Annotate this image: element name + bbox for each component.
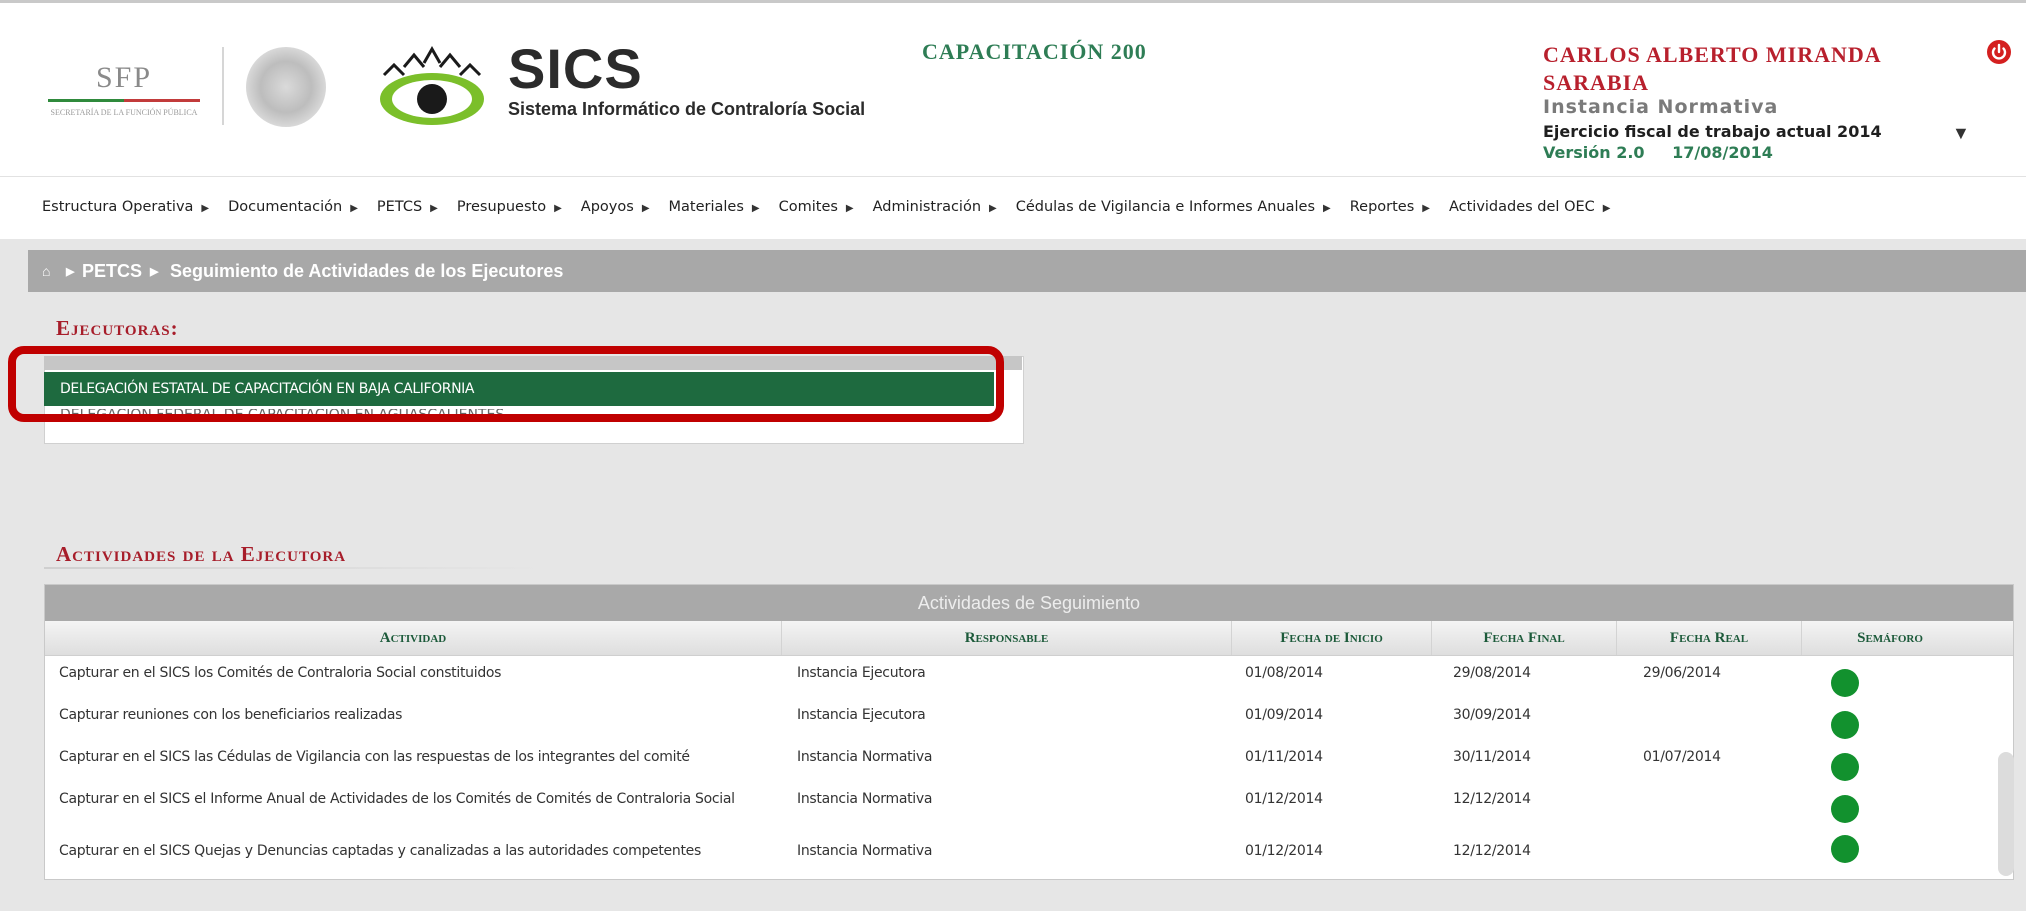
menu-item-cedulas[interactable]: Cédulas de Vigilancia e Informes Anuales… [1016, 199, 1331, 215]
column-header-actividad[interactable]: Actividad [45, 621, 782, 655]
breadcrumb-separator-icon: ▶ [150, 266, 159, 278]
menu-arrow-icon: ▶ [201, 203, 210, 214]
cell-fecha-inicio: 01/09/2014 [1245, 707, 1323, 723]
cell-fecha-final: 12/12/2014 [1453, 791, 1531, 807]
cell-fecha-final: 30/09/2014 [1453, 707, 1531, 723]
semaforo-green-indicator [1831, 753, 1859, 781]
app-subtitle: Sistema Informático de Contraloría Socia… [508, 99, 866, 119]
menu-arrow-icon: ▶ [430, 203, 438, 214]
user-name: CARLOS ALBERTO MIRANDA SARABIA [1543, 42, 1881, 95]
user-role: Instancia Normativa [1543, 96, 1779, 118]
cell-actividad: Capturar en el SICS los Comités de Contr… [59, 665, 502, 681]
cell-actividad: Capturar reuniones con los beneficiarios… [59, 707, 403, 723]
ejecutoras-title: Ejecutoras: [56, 316, 179, 340]
version-info: Versión 2.0 17/08/2014 [1543, 143, 1963, 163]
dropdown-arrow-icon[interactable]: ▼ [1952, 123, 1970, 144]
menu-item-reportes[interactable]: Reportes ▶ [1350, 199, 1430, 215]
menu-item-apoyos[interactable]: Apoyos ▶ [581, 199, 650, 215]
menu-arrow-icon: ▶ [554, 203, 562, 214]
menu-arrow-icon: ▶ [350, 203, 358, 214]
actividades-title: Actividades de la Ejecutora [56, 542, 347, 566]
column-header-semaforo[interactable]: Semáforo [1802, 621, 1978, 655]
version-date: 17/08/2014 [1672, 143, 1773, 162]
semaforo-green-indicator [1831, 795, 1859, 823]
cell-responsable: Instancia Ejecutora [797, 665, 926, 681]
cell-responsable: Instancia Normativa [797, 749, 933, 765]
menu-item-comites[interactable]: Comites ▶ [779, 199, 854, 215]
menu-arrow-icon: ▶ [845, 203, 854, 214]
menu-item-actividades-oec[interactable]: Actividades del OEC ▶ [1449, 199, 1611, 215]
menu-item-presupuesto[interactable]: Presupuesto ▶ [457, 199, 562, 215]
cell-fecha-real: 29/06/2014 [1643, 665, 1721, 681]
breadcrumb-separator-icon: ▶ [66, 266, 75, 278]
column-header-fecha-final[interactable]: Fecha Final [1432, 621, 1617, 655]
semaforo-green-indicator [1831, 669, 1859, 697]
cell-actividad: Capturar en el SICS las Cédulas de Vigil… [59, 749, 690, 765]
main-menu: Estructura Operativa ▶ Documentación ▶ PET… [42, 199, 1629, 215]
cell-fecha-inicio: 01/08/2014 [1245, 665, 1323, 681]
grid-scrollbar[interactable] [1998, 752, 2014, 876]
semaforo-green-indicator [1831, 711, 1859, 739]
menu-arrow-icon: ▶ [1422, 203, 1430, 214]
cell-fecha-final: 29/08/2014 [1453, 665, 1531, 681]
user-info: CARLOS ALBERTO MIRANDA SARABIA Instancia… [1543, 41, 1963, 163]
sics-eye-logo [380, 45, 484, 125]
highlight-annotation [8, 346, 1004, 422]
sfp-logo-line [48, 99, 200, 102]
breadcrumb-petcs[interactable]: PETCS [82, 261, 142, 282]
cell-actividad: Capturar en el SICS Quejas y Denuncias c… [59, 843, 701, 859]
cell-fecha-inicio: 01/12/2014 [1245, 843, 1323, 859]
menu-item-petcs[interactable]: PETCS ▶ [377, 199, 438, 215]
menu-arrow-icon: ▶ [1323, 203, 1331, 214]
cell-responsable: Instancia Normativa [797, 791, 933, 807]
cell-responsable: Instancia Ejecutora [797, 707, 926, 723]
actividades-grid: Actividades de Seguimiento Actividad Res… [44, 584, 2014, 880]
cell-actividad: Capturar en el SICS el Informe Anual de … [59, 791, 735, 807]
header: SFP SECRETARÍA DE LA FUNCIÓN PÚBLICA SIC… [0, 0, 2026, 176]
cell-responsable: Instancia Normativa [797, 843, 933, 859]
breadcrumb: ⌂ ▶ PETCS ▶ Seguimiento de Actividades d… [28, 250, 2026, 292]
menu-item-documentacion[interactable]: Documentación ▶ [228, 199, 358, 215]
course-title: CAPACITACIÓN 200 [922, 39, 1147, 64]
menu-item-estructura-operativa[interactable]: Estructura Operativa ▶ [42, 199, 209, 215]
main-menu-bar: Estructura Operativa ▶ Documentación ▶ PET… [0, 176, 2026, 239]
semaforo-green-indicator [1831, 835, 1859, 863]
grid-header-row: Actividad Responsable Fecha de Inicio Fe… [45, 621, 2013, 656]
actividades-title-underline [44, 567, 544, 569]
version-label: Versión 2.0 [1543, 143, 1645, 162]
column-header-fecha-inicio[interactable]: Fecha de Inicio [1232, 621, 1432, 655]
menu-arrow-icon: ▶ [989, 203, 997, 214]
national-seal-logo [246, 47, 326, 127]
menu-arrow-icon: ▶ [1602, 203, 1611, 214]
home-icon[interactable]: ⌂ [42, 263, 50, 279]
menu-arrow-icon: ▶ [751, 203, 760, 214]
fiscal-year: Ejercicio fiscal de trabajo actual 2014 [1543, 122, 1882, 141]
sfp-logo: SFP SECRETARÍA DE LA FUNCIÓN PÚBLICA [44, 61, 204, 127]
sfp-logo-text: SFP [95, 61, 153, 94]
logo-divider [222, 47, 224, 125]
grid-caption: Actividades de Seguimiento [45, 585, 2013, 621]
cell-fecha-final: 30/11/2014 [1453, 749, 1531, 765]
breadcrumb-current-page: Seguimiento de Actividades de los Ejecut… [170, 261, 564, 281]
menu-item-administracion[interactable]: Administración ▶ [873, 199, 997, 215]
power-icon[interactable] [1986, 39, 2012, 65]
column-header-responsable[interactable]: Responsable [782, 621, 1232, 655]
menu-item-materiales[interactable]: Materiales ▶ [669, 199, 760, 215]
column-header-fecha-real[interactable]: Fecha Real [1617, 621, 1802, 655]
sfp-logo-subtitle: SECRETARÍA DE LA FUNCIÓN PÚBLICA [50, 108, 198, 117]
cell-fecha-inicio: 01/11/2014 [1245, 749, 1323, 765]
cell-fecha-inicio: 01/12/2014 [1245, 791, 1323, 807]
app-name: SICS [508, 37, 643, 100]
cell-fecha-final: 12/12/2014 [1453, 843, 1531, 859]
cell-fecha-real: 01/07/2014 [1643, 749, 1721, 765]
menu-arrow-icon: ▶ [641, 203, 650, 214]
